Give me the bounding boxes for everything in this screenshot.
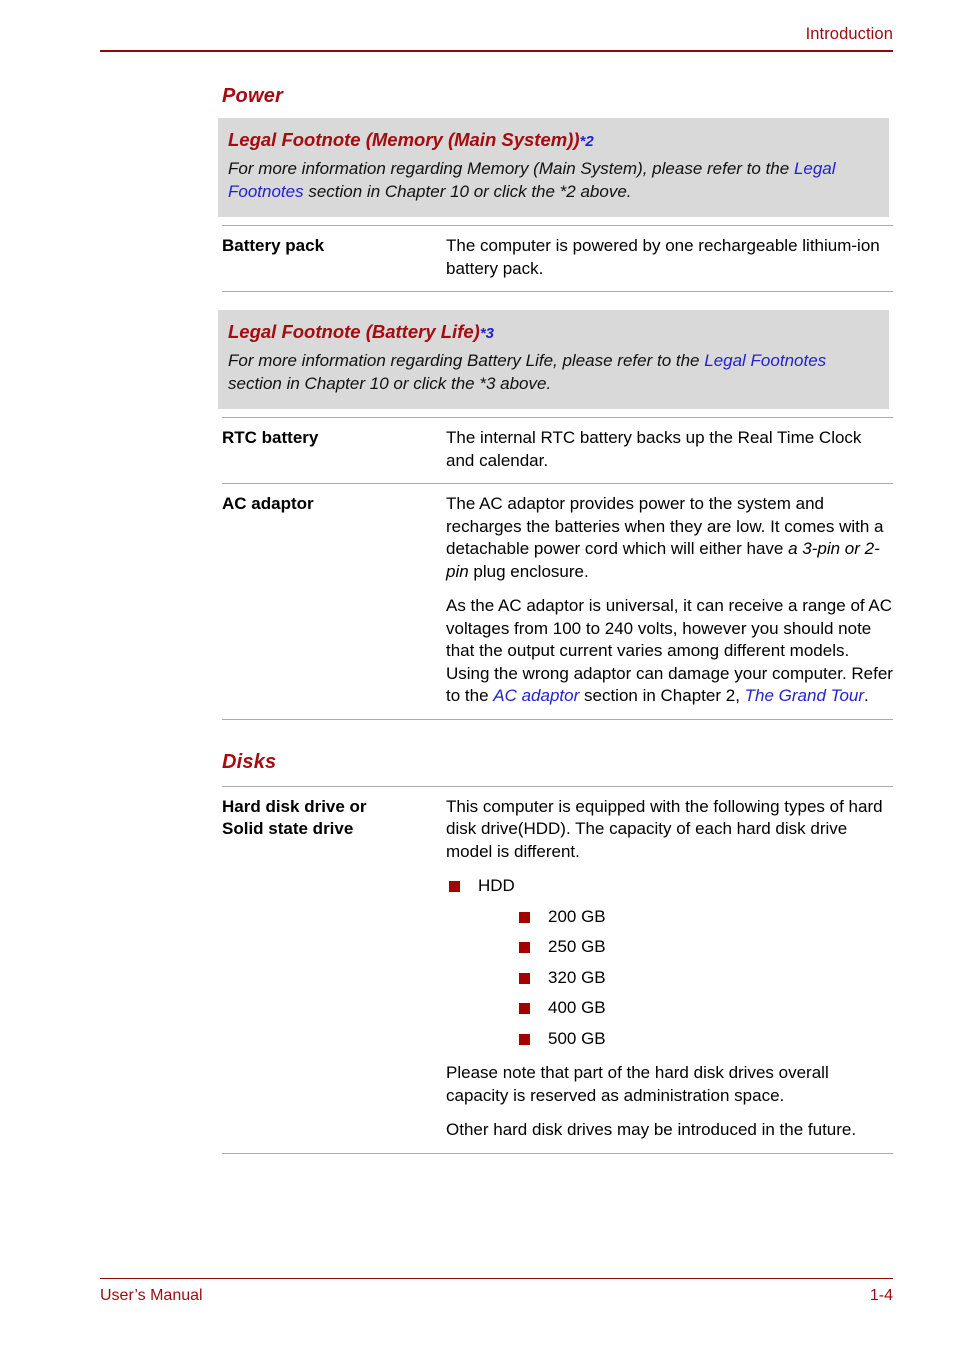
list-item: 400 GB [516, 997, 893, 1020]
ac-adaptor-text-1b: plug enclosure. [468, 561, 589, 581]
rtc-battery-paragraph: The internal RTC battery backs up the Re… [446, 428, 862, 470]
hard-disk-label-line-2: Solid state drive [222, 819, 354, 838]
hard-disk-label-line-1: Hard disk drive or [222, 796, 367, 816]
spec-desc-rtc-battery: The internal RTC battery backs up the Re… [446, 418, 893, 484]
legal-footnote-memory-title: Legal Footnote (Memory (Main System))*2 [228, 128, 875, 153]
spec-desc-ac-adaptor: The AC adaptor provides power to the sys… [446, 484, 893, 720]
list-item: 320 GB [516, 967, 893, 990]
footer-page-number: 1-4 [869, 1287, 893, 1304]
legal-footnote-memory-body: For more information regarding Memory (M… [228, 158, 875, 203]
spec-table-power: RTC battery The internal RTC battery bac… [222, 417, 893, 720]
square-bullet-icon [519, 942, 530, 953]
the-grand-tour-link[interactable]: The Grand Tour [745, 686, 864, 705]
ac-adaptor-link[interactable]: AC adaptor [493, 686, 579, 705]
page-content: Power Legal Footnote (Memory (Main Syste… [218, 84, 893, 1154]
square-bullet-icon [519, 972, 530, 984]
footnote-battery-text-2: section in Chapter 10 or click the *3 ab… [228, 373, 552, 393]
legal-footnote-battery-body: For more information regarding Battery L… [228, 350, 875, 395]
hdd-capacity-label: 320 GB [548, 967, 606, 987]
square-bullet-icon [449, 881, 460, 892]
page-footer: User’s Manual 1-4 [100, 1278, 893, 1306]
battery-pack-paragraph: The computer is powered by one rechargea… [446, 236, 880, 278]
table-row: Hard disk drive or Solid state drive Thi… [222, 786, 893, 1153]
header-title: Introduction [805, 25, 893, 43]
legal-footnote-battery-title: Legal Footnote (Battery Life)*3 [228, 320, 875, 345]
legal-footnote-memory-title-text: Legal Footnote (Memory (Main System)) [228, 129, 580, 150]
footer-rule [100, 1278, 893, 1279]
spec-table-disks: Hard disk drive or Solid state drive Thi… [222, 786, 893, 1154]
spec-table-battery-pack: Battery pack The computer is powered by … [222, 225, 893, 292]
hdd-capacity-label: 500 GB [548, 1028, 606, 1048]
table-row: AC adaptor The AC adaptor provides power… [222, 483, 893, 720]
hdd-capacity-list: 200 GB 250 GB 320 GB 400 GB 500 GB [478, 906, 893, 1051]
legal-footnotes-link-battery[interactable]: Legal Footnotes [704, 351, 826, 370]
footnote-memory-text-2: section in Chapter 10 or click the *2 ab… [303, 181, 632, 201]
hard-disk-intro-paragraph: This computer is equipped with the follo… [446, 796, 883, 861]
square-bullet-icon [519, 911, 530, 923]
table-row: RTC battery The internal RTC battery bac… [222, 417, 893, 484]
hdd-capacity-label: 250 GB [548, 937, 606, 956]
footer-row: User’s Manual 1-4 [100, 1286, 893, 1306]
hard-disk-note-1: Please note that part of the hard disk d… [446, 1063, 829, 1105]
list-item: 200 GB [516, 906, 893, 929]
ac-adaptor-paragraph-2: As the AC adaptor is universal, it can r… [446, 595, 893, 708]
spec-desc-hard-disk-drive: This computer is equipped with the follo… [446, 786, 893, 1153]
footnote-marker-3: *3 [479, 325, 494, 342]
spec-label-hard-disk-drive: Hard disk drive or Solid state drive [222, 786, 446, 1153]
header-rule [100, 50, 893, 52]
page-header: Introduction [100, 24, 893, 52]
list-item: 500 GB [516, 1028, 893, 1051]
legal-footnote-battery-title-text: Legal Footnote (Battery Life) [228, 321, 480, 342]
hdd-capacity-label: 400 GB [548, 998, 606, 1017]
section-heading-power: Power [222, 85, 284, 107]
ac-adaptor-paragraph-1: The AC adaptor provides power to the sys… [446, 493, 893, 583]
table-row: Battery pack The computer is powered by … [222, 225, 893, 292]
footer-manual-label: User’s Manual [100, 1287, 203, 1304]
legal-footnote-memory-box: Legal Footnote (Memory (Main System))*2 … [218, 118, 889, 217]
legal-footnote-battery-box: Legal Footnote (Battery Life)*3 For more… [218, 310, 889, 409]
hdd-bullet-list: HDD 200 GB 250 GB 320 GB 400 GB 500 GB [446, 875, 893, 1050]
hdd-bullet-label: HDD [478, 876, 515, 895]
list-item: 250 GB [516, 936, 893, 959]
hdd-capacity-label: 200 GB [548, 906, 606, 926]
footnote-memory-text-1: For more information regarding Memory (M… [228, 159, 794, 178]
footnote-battery-text-1: For more information regarding Battery L… [228, 351, 705, 370]
list-item: HDD 200 GB 250 GB 320 GB 400 GB 500 GB [446, 875, 893, 1050]
section-heading-disks: Disks [222, 750, 277, 773]
spec-label-ac-adaptor: AC adaptor [222, 494, 314, 513]
footnote-marker-2: *2 [579, 133, 594, 150]
square-bullet-icon [519, 1033, 530, 1045]
ac-adaptor-text-2c: . [864, 686, 869, 705]
spec-label-rtc-battery: RTC battery [222, 428, 319, 447]
spec-label-battery-pack: Battery pack [222, 236, 325, 255]
hard-disk-note-2: Other hard disk drives may be introduced… [446, 1120, 857, 1139]
square-bullet-icon [519, 1003, 530, 1014]
spec-desc-battery-pack: The computer is powered by one rechargea… [446, 226, 893, 292]
document-page: Introduction Power Legal Footnote (Memor… [0, 0, 954, 1351]
ac-adaptor-text-2b: section in Chapter 2, [579, 686, 745, 705]
